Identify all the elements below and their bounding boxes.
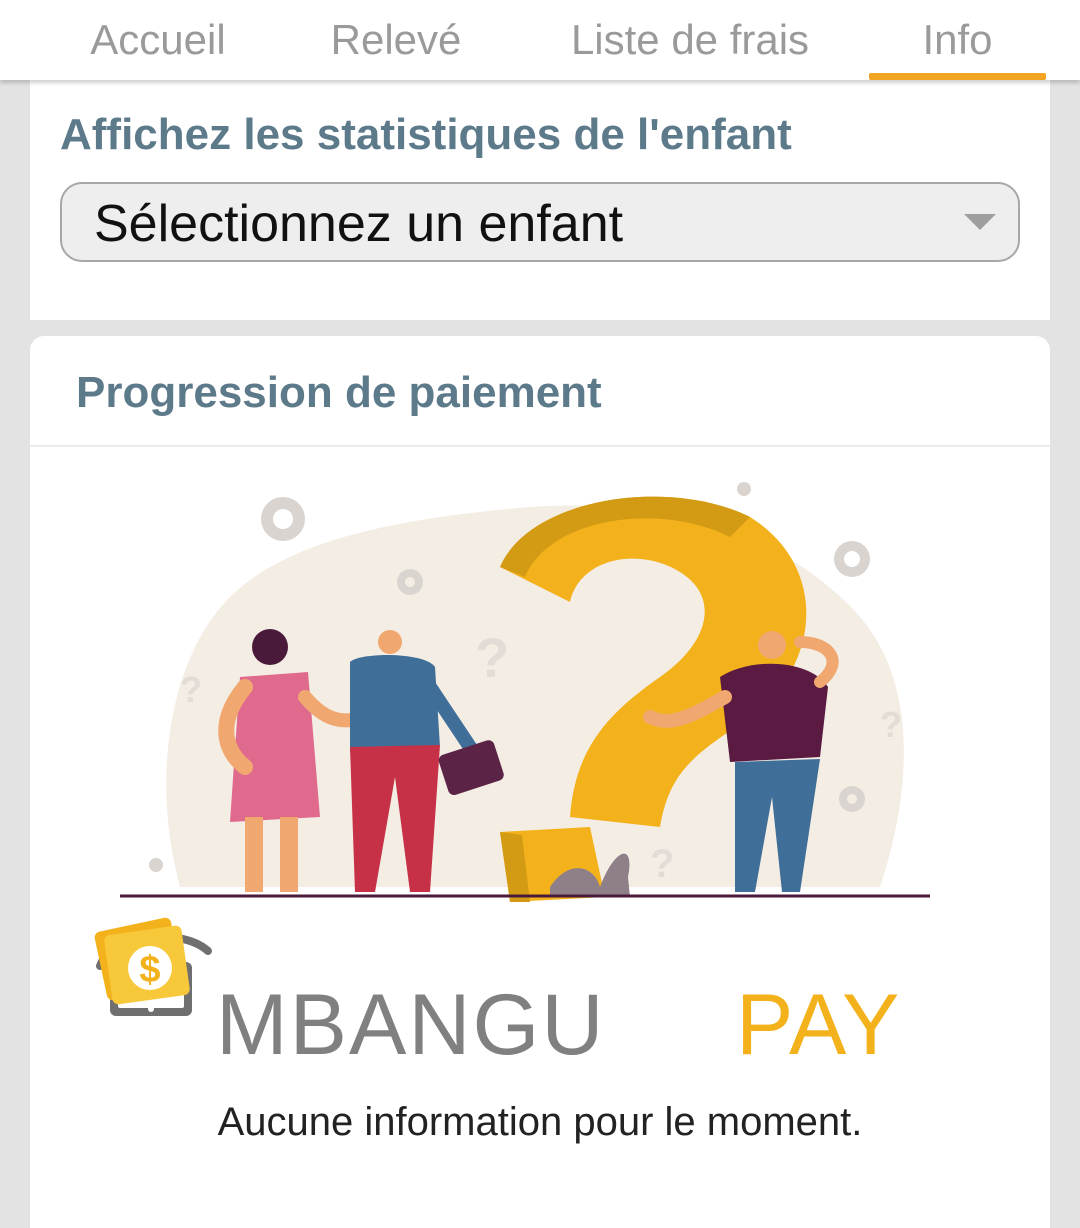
svg-text:?: ? <box>650 842 674 886</box>
tab-releve[interactable]: Relevé <box>305 0 487 80</box>
wallet-money-icon: $ <box>94 917 212 1016</box>
dollar-symbol: $ <box>139 949 160 991</box>
stats-heading: Affichez les statistiques de l'enfant <box>60 110 792 159</box>
child-select-value: Sélectionnez un enfant <box>94 195 624 253</box>
child-select[interactable]: Sélectionnez un enfant <box>60 182 1020 262</box>
chevron-down-icon <box>964 214 996 230</box>
svg-text:?: ? <box>180 669 202 710</box>
question-people-illustration: ? ? ? ? <box>120 482 930 902</box>
empty-state-message: Aucune information pour le moment. <box>217 1100 863 1144</box>
tab-accueil[interactable]: Accueil <box>60 0 256 80</box>
brand-name-pay: PAY <box>736 977 902 1073</box>
tab-info[interactable]: Info <box>869 0 1046 80</box>
payment-heading: Progression de paiement <box>76 368 602 417</box>
svg-text:?: ? <box>880 704 902 745</box>
svg-text:?: ? <box>475 626 509 689</box>
brand-name-mbangu: MBANGU <box>216 977 606 1073</box>
active-tab-indicator <box>869 73 1046 80</box>
tab-liste-de-frais[interactable]: Liste de frais <box>540 0 840 80</box>
payment-progress-card: Progression de paiement ? ? ? ? $ MBANGU… <box>30 336 1050 1228</box>
top-tab-bar: Accueil Relevé Liste de frais Info <box>0 0 1080 80</box>
stats-card: Affichez les statistiques de l'enfant Sé… <box>30 80 1050 320</box>
